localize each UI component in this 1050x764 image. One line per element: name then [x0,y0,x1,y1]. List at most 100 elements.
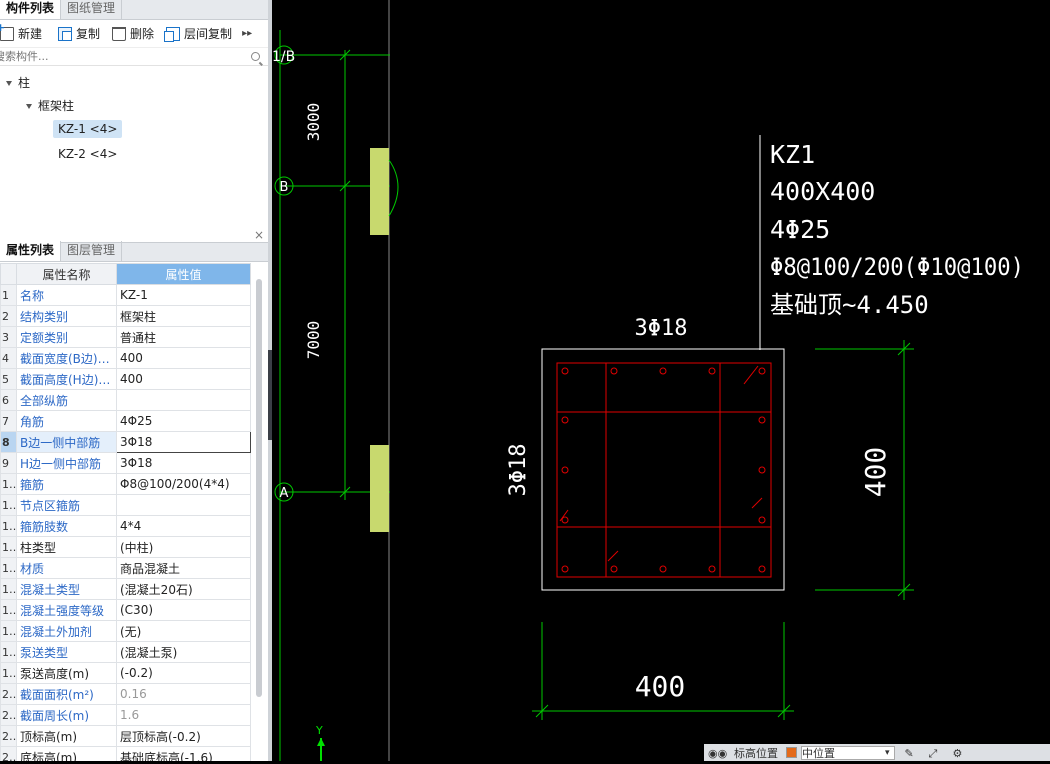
property-row[interactable]: 2 结构类别 框架柱 [0,305,251,327]
property-name: 结构类别 [16,305,117,327]
property-value[interactable]: Φ8@100/200(4*4) [116,473,251,495]
property-row[interactable]: 9 H边一侧中部筋 3Φ18 [0,452,251,474]
tab-drawing-management[interactable]: 图纸管理 [61,0,123,19]
rebar-dot [758,416,766,424]
property-value[interactable] [116,494,251,516]
transform-icon[interactable]: ⤢ [929,747,945,760]
property-value[interactable]: 框架柱 [116,305,251,327]
property-row[interactable]: 3 定额类别 普通柱 [0,326,251,348]
property-row[interactable]: 16 混凝土强度等级 (C30) [0,599,251,621]
property-row[interactable]: 18 泵送类型 (混凝土泵) [0,641,251,663]
view-icon[interactable]: ◉◉ [708,747,727,760]
property-row[interactable]: 7 角筋 4Φ25 [0,410,251,432]
tab-layer-management[interactable]: 图层管理 [61,241,123,261]
property-value[interactable] [116,389,251,411]
floor-copy-icon [164,26,181,42]
property-value[interactable]: (-0.2) [116,662,251,684]
stirrup-outer [556,362,772,578]
property-name: 节点区箍筋 [16,494,117,516]
delete-button[interactable]: 删除 [112,23,160,45]
property-value[interactable]: 400 [116,347,251,369]
position-dropdown[interactable]: 中位置 ▾ [801,745,895,760]
property-row[interactable]: 12 箍筋肢数 4*4 [0,515,251,537]
property-row[interactable]: 1 名称 KZ-1 [0,284,251,306]
property-row[interactable]: 11 节点区箍筋 [0,494,251,516]
property-row[interactable]: 14 材质 商品混凝土 [0,557,251,579]
row-number: 13 [0,536,17,558]
property-value[interactable]: 层顶标高(-0.2) [116,725,251,747]
property-value[interactable]: 1.6 [116,704,251,726]
header-property-name: 属性名称 [16,263,117,285]
tree-node-column[interactable]: 柱 [6,74,30,91]
tree-item-kz1[interactable]: KZ-1 <4> [53,120,123,138]
copy-icon [58,26,73,41]
tree-node-label: 框架柱 [38,99,75,113]
more-icon[interactable]: ▸▸ [242,28,252,39]
tree-node-frame-column[interactable]: 框架柱 [26,97,74,114]
property-table: 属性名称 属性值 1 名称 KZ-1 2 结构类别 框架柱 3 定额类别 普通柱 4 截面宽度(B边… [0,263,251,761]
property-row[interactable]: 8 B边一侧中部筋 3Φ18 [0,431,251,453]
floor-copy-button[interactable]: 层间复制 [164,23,238,45]
search-icon[interactable] [251,52,260,61]
property-value[interactable]: (混凝土泵) [116,641,251,663]
property-value[interactable]: 普通柱 [116,326,251,348]
row-number: 11 [0,494,17,516]
tree-node-label: 柱 [18,76,31,90]
property-value[interactable]: (无) [116,620,251,642]
property-row[interactable]: 21 截面周长(m) 1.6 [0,704,251,726]
property-value[interactable]: 0.16 [116,683,251,705]
copy-button[interactable]: 复制 [58,23,106,45]
drawing-canvas[interactable]: B A 1/B 3000 7000 Y KZ1 400X400 4Φ25 Φ8@… [272,0,1050,761]
property-row[interactable]: 4 截面宽度(B边)(... 400 [0,347,251,369]
annotation-line3: 4Φ25 [770,215,830,244]
tab-component-list[interactable]: 构件列表 [0,0,62,19]
property-name: 材质 [16,557,117,579]
settings-icon[interactable]: ⚙ [953,747,969,760]
search-bar [0,48,268,66]
property-value[interactable]: 4Φ25 [116,410,251,432]
property-value[interactable]: 基础底标高(-1.6) [116,746,251,761]
property-value[interactable]: 3Φ18 [116,452,251,474]
property-row[interactable]: 15 混凝土类型 (混凝土20石) [0,578,251,600]
property-row[interactable]: 19 泵送高度(m) (-0.2) [0,662,251,684]
property-value[interactable]: 3Φ18 [116,431,251,453]
property-row[interactable]: 23 底标高(m) 基础底标高(-1.6) [0,746,251,761]
property-value[interactable]: 4*4 [116,515,251,537]
row-number: 23 [0,746,17,761]
row-number: 1 [0,284,17,306]
component-tree: 柱 框架柱 KZ-1 <4> KZ-2 <4> [0,66,268,252]
tab-property-list[interactable]: 属性列表 [0,241,62,261]
new-button[interactable]: 新建 [0,21,48,45]
search-input[interactable] [0,50,224,63]
property-name: B边一侧中部筋 [16,431,117,453]
property-name: 名称 [16,284,117,306]
property-value[interactable]: 400 [116,368,251,390]
property-scrollbar[interactable] [256,279,262,697]
tree-item-kz2[interactable]: KZ-2 <4> [53,145,122,163]
property-row[interactable]: 20 截面面积(m²) 0.16 [0,683,251,705]
column-section-outline[interactable] [541,348,785,591]
property-value[interactable]: 商品混凝土 [116,557,251,579]
property-row[interactable]: 10 箍筋 Φ8@100/200(4*4) [0,473,251,495]
column-kz1-plan[interactable] [370,148,389,235]
header-property-value: 属性值 [116,263,251,285]
property-value[interactable]: (中柱) [116,536,251,558]
row-number: 3 [0,326,17,348]
property-value[interactable]: KZ-1 [116,284,251,306]
property-name: 混凝土外加剂 [16,620,117,642]
property-value[interactable]: (C30) [116,599,251,621]
property-value[interactable]: (混凝土20石) [116,578,251,600]
property-tabbar-wrap: 属性列表 图层管理 [0,241,268,262]
property-row[interactable]: 13 柱类型 (中柱) [0,536,251,558]
column-kz2-plan[interactable] [370,445,389,532]
property-row[interactable]: 5 截面高度(H边)(... 400 [0,368,251,390]
edit-icon[interactable]: ✎ [905,747,921,760]
chevron-down-icon: ▾ [885,747,890,758]
property-row[interactable]: 6 全部纵筋 [0,389,251,411]
expand-icon[interactable] [26,104,32,109]
expand-icon[interactable] [6,81,12,86]
property-row[interactable]: 17 混凝土外加剂 (无) [0,620,251,642]
property-row[interactable]: 22 顶标高(m) 层顶标高(-0.2) [0,725,251,747]
close-icon[interactable]: × [254,228,264,242]
axis-label-1b: 1/B [272,49,295,65]
